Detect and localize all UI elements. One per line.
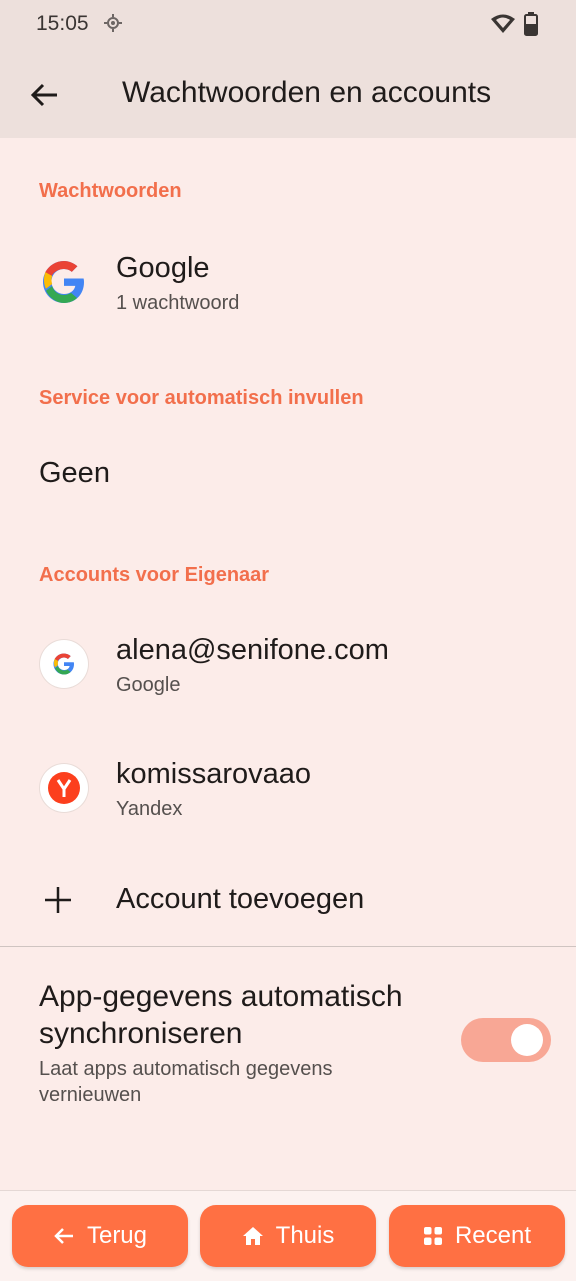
add-account-label: Account toevoegen	[116, 883, 365, 915]
passwords-google-title: Google	[116, 252, 210, 284]
back-arrow-icon[interactable]	[22, 72, 68, 118]
google-logo-icon	[53, 653, 74, 675]
add-account-button[interactable]: Account toevoegen	[0, 864, 576, 936]
passwords-google-item[interactable]: Google 1 wachtwoord	[0, 232, 576, 332]
app-bar: Wachtwoorden en accounts	[0, 50, 576, 138]
arrow-left-icon	[54, 1228, 73, 1244]
account-item-yandex[interactable]: komissarovaao Yandex	[0, 738, 576, 838]
account-email: alena@senifone.com	[116, 634, 389, 666]
nav-recent-label: Recent	[454, 1222, 532, 1249]
nav-back-label: Terug	[86, 1222, 148, 1249]
account-provider: Yandex	[116, 798, 183, 820]
plus-icon	[45, 887, 71, 913]
section-header-accounts: Accounts voor Eigenaar	[39, 564, 270, 586]
sync-toggle-switch[interactable]	[461, 1018, 551, 1062]
passwords-google-count: 1 wachtwoord	[116, 292, 240, 314]
home-icon	[242, 1227, 263, 1245]
nav-home-button[interactable]: Thuis	[200, 1205, 376, 1267]
account-avatar	[40, 764, 88, 812]
nav-back-button[interactable]: Terug	[12, 1205, 188, 1267]
autofill-service-item[interactable]: Geen	[0, 440, 576, 510]
sync-setting-title: App-gegevens automatisch synchroniseren	[39, 980, 403, 1050]
account-item-google[interactable]: alena@senifone.com Google	[0, 614, 576, 714]
recent-apps-icon	[423, 1227, 442, 1245]
section-header-autofill: Service voor automatisch invullen	[39, 387, 364, 409]
battery-icon	[524, 12, 538, 36]
nav-recent-button[interactable]: Recent	[389, 1205, 565, 1267]
yandex-logo-icon	[48, 772, 80, 804]
autofill-service-value: Geen	[39, 457, 110, 489]
account-avatar	[40, 640, 88, 688]
divider	[0, 946, 576, 947]
section-header-passwords: Wachtwoorden	[39, 180, 182, 202]
account-username: komissarovaao	[116, 758, 312, 790]
location-icon	[104, 14, 122, 32]
page-title: Wachtwoorden en accounts	[122, 76, 492, 109]
status-time: 15:05	[36, 12, 89, 35]
wifi-icon	[491, 14, 515, 33]
toggle-knob	[511, 1024, 543, 1056]
sync-setting-description: Laat apps automatisch gegevens vernieuwe…	[39, 1058, 333, 1106]
bottom-navigation-bar: Terug Thuis Recent	[0, 1190, 576, 1281]
google-logo-icon	[43, 261, 84, 303]
nav-home-label: Thuis	[275, 1222, 335, 1249]
status-bar: 15:05	[0, 0, 576, 50]
account-provider: Google	[116, 674, 181, 696]
